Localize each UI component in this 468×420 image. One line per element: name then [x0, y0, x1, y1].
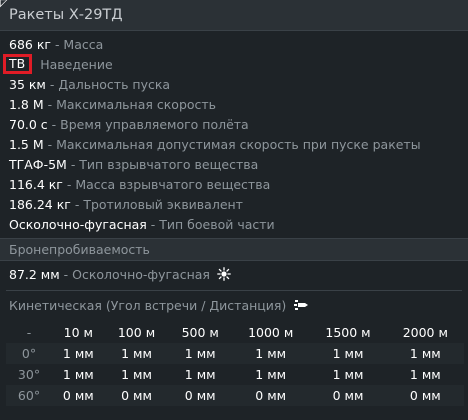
stat-warhead-type: Осколочно-фугасная - Тип боевой части: [9, 215, 468, 235]
stat-label: Дальность пуска: [58, 77, 171, 92]
angle-cell: 0°: [6, 343, 52, 364]
panel-title: Ракеты Х-29ТД: [9, 7, 123, 23]
armor-penetration-header: Бронепробиваемость: [0, 238, 468, 261]
stat-value: 686 кг: [9, 37, 51, 52]
table-cell: 0 мм: [309, 385, 387, 406]
stat-separator: -: [63, 267, 73, 282]
table-cell: 1 мм: [232, 364, 310, 385]
column-header: 1000 м: [232, 322, 310, 343]
table-cell: 1 мм: [104, 364, 169, 385]
table-cell: 0 мм: [386, 385, 464, 406]
table-cell: 0 мм: [168, 385, 233, 406]
stat-max-launch-speed: 1.5 М - Максимальная допустимая скорость…: [9, 135, 468, 155]
stat-tnt-equivalent: 186.24 кг - Тротиловый эквивалент: [9, 195, 468, 215]
section-divider: [6, 290, 462, 291]
corner-marker-icon: ◸: [0, 0, 8, 9]
stat-mass: 686 кг - Масса: [9, 35, 468, 55]
angle-cell: 60°: [6, 385, 52, 406]
table-header-row: - 10 м 100 м 500 м 1000 м 1500 м 2000 м: [6, 322, 464, 343]
table-cell: 1 мм: [386, 364, 464, 385]
table-cell: 1 мм: [168, 364, 233, 385]
table-cell: 0 мм: [104, 385, 169, 406]
stat-label: Масса: [63, 37, 104, 52]
stat-launch-range: 35 км - Дальность пуска: [9, 75, 468, 95]
penetration-label: Осколочно-фугасная: [72, 267, 210, 282]
stat-separator: -: [47, 137, 57, 152]
table-cell: 1 мм: [52, 343, 105, 364]
column-header: 10 м: [52, 322, 105, 343]
table-cell: 1 мм: [232, 343, 310, 364]
column-header: 2000 м: [386, 322, 464, 343]
stat-guidance: ТВ Наведение: [3, 54, 468, 75]
penetration-value: 87.2 мм: [9, 267, 60, 282]
stat-value: 186.24 кг: [9, 197, 71, 212]
stat-explosive-type: ТГАФ-5М - Тип взрывчатого вещества: [9, 155, 468, 175]
table-cell: 1 мм: [386, 343, 464, 364]
stat-label: Тип боевой части: [159, 217, 275, 232]
table-corner-cell: -: [6, 322, 52, 343]
stat-value: Осколочно-фугасная: [9, 217, 147, 232]
table-row: 0° 1 мм 1 мм 1 мм 1 мм 1 мм 1 мм: [6, 343, 464, 364]
table-cell: 1 мм: [104, 343, 169, 364]
stat-value: 1.5 М: [9, 137, 44, 152]
table-cell: 1 мм: [309, 364, 387, 385]
table-cell: 1 мм: [168, 343, 233, 364]
stat-value: ТГАФ-5М: [9, 157, 67, 172]
projectile-icon: [294, 300, 309, 310]
stat-guided-flight-time: 70.0 с - Время управляемого полёта: [9, 115, 468, 135]
stat-value: 35 км: [9, 77, 46, 92]
stats-list: 686 кг - Масса ТВ Наведение 35 км - Даль…: [3, 35, 468, 235]
stat-explosive-mass: 116.4 кг - Масса взрывчатого вещества: [9, 175, 468, 195]
stat-separator: -: [47, 97, 57, 112]
kinetic-title-text: Кинетическая (Угол встречи / Дистанция): [9, 298, 287, 313]
guidance-value-highlight: ТВ: [3, 54, 33, 74]
angle-cell: 30°: [6, 364, 52, 385]
column-header: 500 м: [168, 322, 233, 343]
stat-label: Максимальная скорость: [56, 97, 217, 112]
panel-title-bar: ◸ Ракеты Х-29ТД: [0, 0, 468, 31]
stat-label: Время управляемого полёта: [60, 117, 249, 132]
stat-separator: -: [51, 117, 61, 132]
stat-value: 70.0 с: [9, 117, 48, 132]
stat-separator: -: [150, 217, 160, 232]
explosion-icon: [217, 267, 231, 281]
penetration-he-row: 87.2 мм - Осколочно-фугасная: [9, 265, 231, 285]
kinetic-penetration-title: Кинетическая (Угол встречи / Дистанция): [9, 296, 309, 316]
table-cell: 1 мм: [309, 343, 387, 364]
weapon-info-panel: ◸ Ракеты Х-29ТД 686 кг - Масса ТВ Наведе…: [0, 0, 468, 420]
column-header: 1500 м: [309, 322, 387, 343]
stat-label: Наведение: [40, 57, 113, 72]
table-cell: 0 мм: [232, 385, 310, 406]
stat-value: 1.8 М: [9, 97, 44, 112]
stat-max-speed: 1.8 М - Максимальная скорость: [9, 95, 468, 115]
table-cell: 1 мм: [52, 364, 105, 385]
table-cell: 0 мм: [52, 385, 105, 406]
table-row: 60° 0 мм 0 мм 0 мм 0 мм 0 мм 0 мм: [6, 385, 464, 406]
table-row: 30° 1 мм 1 мм 1 мм 1 мм 1 мм 1 мм: [6, 364, 464, 385]
column-header: 100 м: [104, 322, 169, 343]
kinetic-penetration-table: - 10 м 100 м 500 м 1000 м 1500 м 2000 м …: [6, 322, 464, 406]
stat-value: 116.4 кг: [9, 177, 63, 192]
stat-label: Тротиловый эквивалент: [83, 197, 243, 212]
stat-label: Максимальная допустимая скорость при пус…: [56, 137, 421, 152]
stat-label: Масса взрывчатого вещества: [75, 177, 271, 192]
stat-label: Тип взрывчатого вещества: [79, 157, 259, 172]
